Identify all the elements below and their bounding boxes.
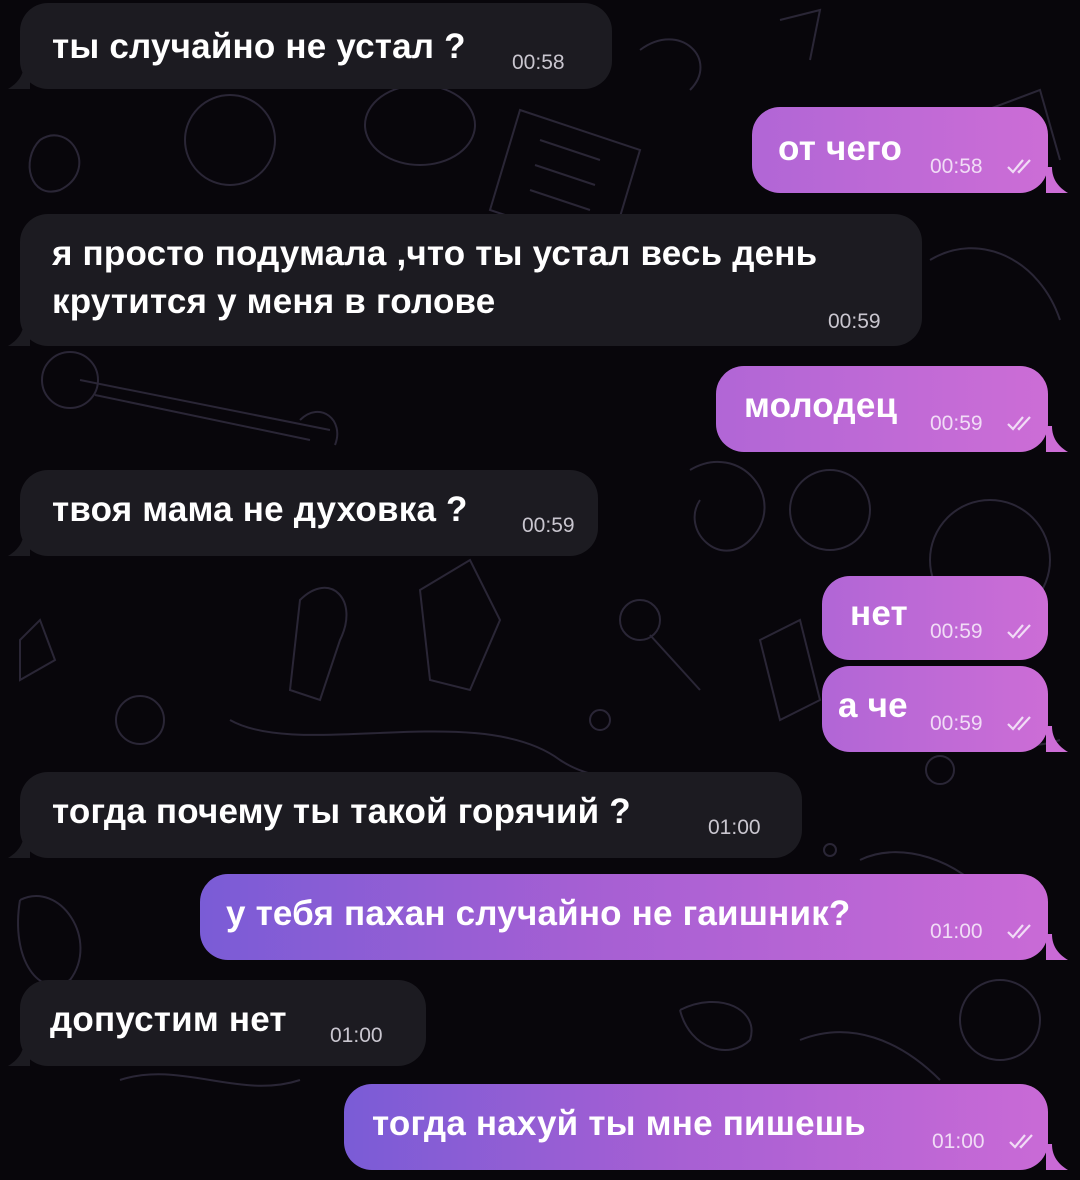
message-bubble-outgoing[interactable]: нет 00:59 — [822, 576, 1048, 660]
read-double-check-icon — [1007, 159, 1031, 174]
read-double-check-icon — [1007, 716, 1031, 731]
message-bubble-incoming[interactable]: я просто подумала ,что ты устал весь ден… — [20, 214, 922, 346]
message-bubble-outgoing[interactable]: от чего 00:58 — [752, 107, 1048, 193]
read-double-check-icon — [1007, 624, 1031, 639]
message-time: 00:59 — [522, 514, 575, 537]
message-text-line-2: крутится у меня в голове — [52, 282, 496, 321]
bubble-tail-icon — [8, 832, 30, 858]
message-text: тогда почему ты такой горячий ? — [52, 792, 631, 831]
read-double-check-icon — [1007, 924, 1031, 939]
message-time: 00:59 — [930, 712, 983, 735]
message-bubble-incoming[interactable]: ты случайно не устал ? 00:58 — [20, 3, 612, 89]
message-text: нет — [850, 594, 908, 633]
message-time: 00:58 — [512, 51, 565, 74]
message-time: 00:59 — [930, 412, 983, 435]
message-time: 00:59 — [930, 620, 983, 643]
message-time: 01:00 — [932, 1130, 985, 1153]
message-bubble-incoming[interactable]: допустим нет 01:00 — [20, 980, 426, 1066]
message-bubble-outgoing[interactable]: тогда нахуй ты мне пишешь 01:00 — [344, 1084, 1048, 1170]
bubble-tail-icon — [1046, 167, 1068, 193]
message-time: 00:58 — [930, 155, 983, 178]
bubble-tail-icon — [1046, 1144, 1068, 1170]
message-bubble-outgoing[interactable]: а че 00:59 — [822, 666, 1048, 752]
bubble-tail-icon — [1046, 934, 1068, 960]
message-time: 00:59 — [828, 310, 881, 333]
message-text: а че — [838, 686, 908, 725]
message-bubble-outgoing[interactable]: у тебя пахан случайно не гаишник? 01:00 — [200, 874, 1048, 960]
message-time: 01:00 — [330, 1024, 383, 1047]
read-double-check-icon — [1007, 416, 1031, 431]
message-text: допустим нет — [50, 1000, 287, 1039]
bubble-tail-icon — [8, 63, 30, 89]
message-time: 01:00 — [708, 816, 761, 839]
bubble-tail-icon — [8, 320, 30, 346]
bubble-tail-icon — [8, 1040, 30, 1066]
bubble-tail-icon — [1046, 426, 1068, 452]
message-text: твоя мама не духовка ? — [52, 490, 468, 529]
message-bubble-incoming[interactable]: тогда почему ты такой горячий ? 01:00 — [20, 772, 802, 858]
message-time: 01:00 — [930, 920, 983, 943]
message-text: ты случайно не устал ? — [52, 27, 466, 66]
message-text: молодец — [744, 386, 898, 425]
bubble-tail-icon — [1046, 726, 1068, 752]
read-double-check-icon — [1009, 1134, 1033, 1149]
message-text: у тебя пахан случайно не гаишник? — [226, 894, 851, 933]
message-text: я просто подумала ,что ты устал весь ден… — [52, 234, 818, 273]
message-text: тогда нахуй ты мне пишешь — [372, 1104, 866, 1143]
message-text: от чего — [778, 129, 903, 168]
message-bubble-incoming[interactable]: твоя мама не духовка ? 00:59 — [20, 470, 598, 556]
message-bubble-outgoing[interactable]: молодец 00:59 — [716, 366, 1048, 452]
bubble-tail-icon — [8, 530, 30, 556]
